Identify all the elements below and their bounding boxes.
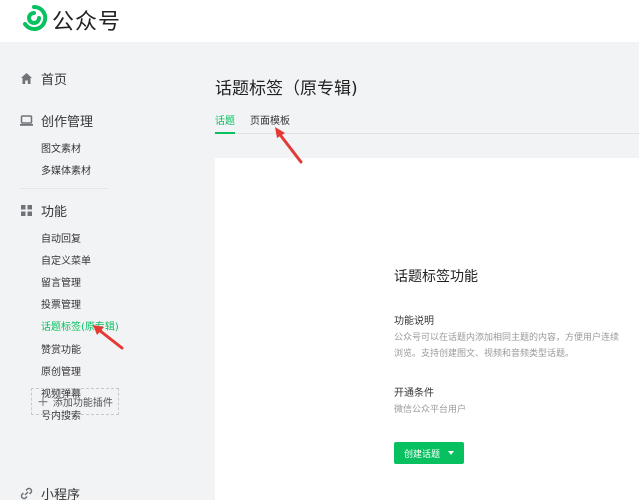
tab-topics[interactable]: 话题: [215, 112, 235, 134]
create-topic-label: 创建话题: [403, 449, 440, 460]
sidebar: 首页 创作管理 图文素材 多媒体素材 功能 自动回复 自定义菜单 留言管理 投票…: [0, 42, 136, 500]
card-title: 话题标签功能: [394, 269, 478, 285]
intro-card: 话题标签功能 功能说明 公众号可以在话题内添加相同主题的内容，方便用户连续 浏览…: [215, 158, 639, 500]
sidebar-section-miniprogram[interactable]: 小程序: [20, 484, 80, 500]
sidebar-item-article-materials[interactable]: 图文素材: [41, 140, 81, 155]
sidebar-section-label: 创作管理: [41, 115, 94, 130]
chevron-down-icon: [448, 451, 454, 455]
sidebar-item-votes[interactable]: 投票管理: [41, 296, 81, 311]
sidebar-section-label: 小程序: [41, 488, 81, 500]
wechat-official-logo-icon[interactable]: [20, 4, 48, 32]
description-text: 公众号可以在话题内添加相同主题的内容，方便用户连续 浏览。支持创建图文、视频和音…: [394, 330, 619, 362]
description-line: 公众号可以在话题内添加相同主题的内容，方便用户连续: [394, 333, 620, 343]
home-icon: [21, 73, 32, 84]
sidebar-item-topic-tags[interactable]: 话题标签(原专辑): [41, 318, 119, 333]
sidebar-item-home[interactable]: 首页: [20, 69, 67, 88]
top-header: 公众号: [0, 0, 639, 42]
create-topic-button[interactable]: 创建话题: [394, 442, 464, 464]
sidebar-item-media-materials[interactable]: 多媒体素材: [41, 162, 91, 177]
condition-label: 开通条件: [394, 388, 434, 399]
sidebar-item-auto-reply[interactable]: 自动回复: [41, 230, 81, 245]
tab-page-templates[interactable]: 页面模板: [250, 112, 290, 132]
condition-text: 微信公众平台用户: [394, 405, 467, 415]
sidebar-item-custom-menu[interactable]: 自定义菜单: [41, 252, 91, 267]
add-plugin-button[interactable]: + 添加功能插件: [31, 388, 119, 415]
sidebar-item-original[interactable]: 原创管理: [41, 363, 81, 378]
plus-icon: +: [37, 393, 49, 410]
brand-name: 公众号: [52, 10, 122, 35]
laptop-icon: [20, 115, 33, 126]
sidebar-item-label: 首页: [41, 73, 68, 88]
sidebar-section-label: 功能: [41, 205, 68, 220]
page-title: 话题标签（原专辑): [215, 79, 358, 99]
sidebar-section-create[interactable]: 创作管理: [20, 111, 93, 130]
sidebar-section-features[interactable]: 功能: [20, 201, 67, 220]
grid-icon: [21, 205, 32, 216]
description-label: 功能说明: [394, 316, 434, 327]
tab-bar: 话题 页面模板: [215, 112, 639, 134]
sidebar-divider: [20, 188, 108, 189]
link-icon: [20, 487, 33, 500]
sidebar-item-appreciation[interactable]: 赞赏功能: [41, 341, 81, 356]
add-plugin-label: 添加功能插件: [52, 398, 113, 409]
description-line: 浏览。支持创建图文、视频和音频类型话题。: [394, 349, 575, 359]
sidebar-item-comments[interactable]: 留言管理: [41, 274, 81, 289]
